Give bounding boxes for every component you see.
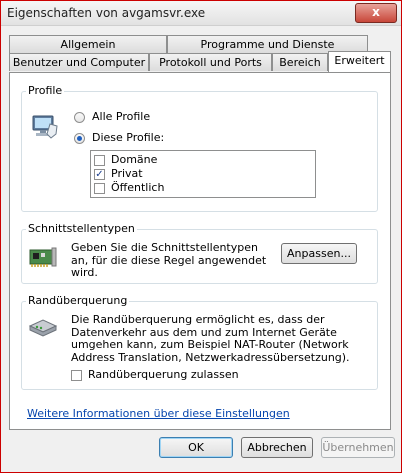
tab-erweitert[interactable]: Erweitert bbox=[328, 51, 391, 72]
tab-label: Benutzer und Computer bbox=[12, 56, 146, 69]
checkbox-privat[interactable]: ✓ bbox=[94, 169, 105, 180]
profile-listbox: Domäne ✓ Privat Öffentlich bbox=[90, 150, 316, 198]
tab-panel-erweitert: Profile Alle Profile Diese Profile: Domä… bbox=[9, 72, 391, 430]
computer-shield-icon bbox=[31, 112, 59, 143]
ok-button[interactable]: OK bbox=[159, 437, 233, 458]
ok-button-label: OK bbox=[188, 441, 204, 454]
anpassen-button[interactable]: Anpassen... bbox=[281, 243, 357, 264]
interfaces-group: Schnittstellentypen Geben Sie die Schnit… bbox=[21, 222, 378, 284]
network-card-icon bbox=[28, 244, 58, 273]
window-title: Eigenschaften von avgamsvr.exe bbox=[7, 6, 206, 20]
profile-group: Profile Alle Profile Diese Profile: Domä… bbox=[21, 84, 378, 212]
anpassen-button-label: Anpassen... bbox=[287, 247, 351, 260]
edge-traversal-group: Randüberquerung Die Randüberquerung ermö… bbox=[21, 294, 378, 390]
network-router-icon bbox=[27, 316, 59, 341]
edge-traversal-legend: Randüberquerung bbox=[26, 294, 130, 307]
tab-label: Allgemein bbox=[60, 38, 116, 51]
tab-protokoll-und-ports[interactable]: Protokoll und Ports bbox=[149, 53, 272, 71]
close-button[interactable]: x bbox=[355, 3, 397, 23]
tab-benutzer-und-computer[interactable]: Benutzer und Computer bbox=[9, 53, 149, 71]
checkbox-oeffentlich[interactable] bbox=[94, 183, 105, 194]
properties-dialog: Eigenschaften von avgamsvr.exe x Allgeme… bbox=[0, 0, 402, 473]
title-bar: Eigenschaften von avgamsvr.exe x bbox=[1, 1, 401, 26]
tab-label: Erweitert bbox=[334, 54, 385, 67]
interfaces-legend: Schnittstellentypen bbox=[26, 222, 137, 235]
radio-selected-dot bbox=[77, 136, 82, 141]
more-info-link[interactable]: Weitere Informationen über diese Einstel… bbox=[27, 407, 290, 420]
cancel-button-label: Abbrechen bbox=[247, 441, 307, 454]
radio-alle-profile[interactable] bbox=[74, 112, 85, 123]
edge-traversal-checkbox-label: Randüberquerung zulassen bbox=[88, 368, 239, 381]
checkbox-domaene[interactable] bbox=[94, 155, 105, 166]
radio-diese-profile[interactable] bbox=[74, 133, 85, 144]
checkbox-privat-label: Privat bbox=[111, 167, 143, 180]
apply-button[interactable]: Übernehmen bbox=[321, 437, 395, 458]
interfaces-description: Geben Sie die Schnittstellentypen an, fü… bbox=[71, 241, 267, 279]
checkbox-oeffentlich-label: Öffentlich bbox=[111, 181, 165, 194]
checkbox-domaene-label: Domäne bbox=[111, 153, 158, 166]
edge-traversal-checkbox[interactable] bbox=[71, 370, 82, 381]
close-icon: x bbox=[372, 5, 380, 19]
tab-allgemein[interactable]: Allgemein bbox=[9, 35, 167, 53]
tab-label: Bereich bbox=[279, 56, 321, 69]
tab-bereich[interactable]: Bereich bbox=[272, 53, 328, 71]
edge-traversal-description: Die Randüberquerung ermöglicht es, dass … bbox=[71, 313, 350, 364]
profile-legend: Profile bbox=[26, 84, 65, 97]
tab-label: Programme und Dienste bbox=[200, 38, 335, 51]
tab-label: Protokoll und Ports bbox=[159, 56, 262, 69]
apply-button-label: Übernehmen bbox=[322, 441, 394, 454]
cancel-button[interactable]: Abbrechen bbox=[241, 437, 313, 458]
tab-row-front: Benutzer und Computer Protokoll und Port… bbox=[9, 51, 393, 72]
radio-diese-profile-label: Diese Profile: bbox=[92, 131, 165, 144]
radio-alle-profile-label: Alle Profile bbox=[92, 110, 151, 123]
